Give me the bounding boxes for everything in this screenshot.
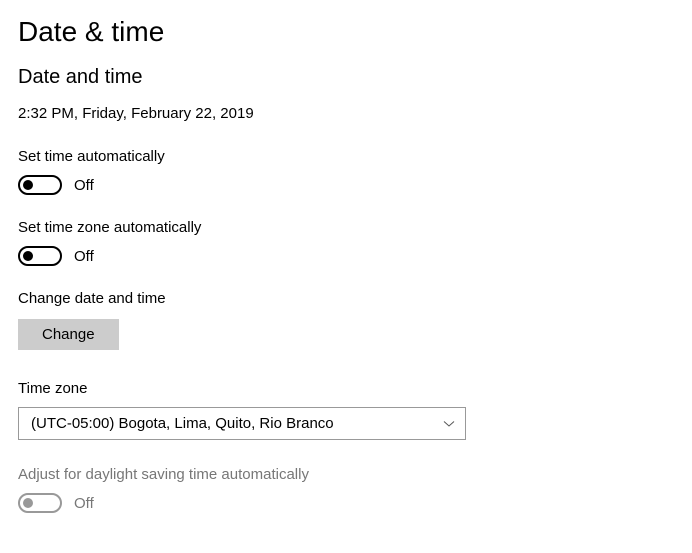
set-time-auto-toggle[interactable] [18, 175, 62, 195]
toggle-knob-icon [23, 180, 33, 190]
change-button[interactable]: Change [18, 319, 119, 350]
set-timezone-auto-toggle[interactable] [18, 246, 62, 266]
current-datetime: 2:32 PM, Friday, February 22, 2019 [18, 105, 674, 122]
set-time-auto-state: Off [74, 177, 94, 194]
change-datetime-group: Change date and time Change [18, 290, 674, 350]
set-timezone-auto-state: Off [74, 248, 94, 265]
timezone-dropdown[interactable]: (UTC-05:00) Bogota, Lima, Quito, Rio Bra… [18, 407, 466, 440]
timezone-label: Time zone [18, 380, 674, 397]
timezone-selected: (UTC-05:00) Bogota, Lima, Quito, Rio Bra… [31, 415, 334, 432]
dst-group: Adjust for daylight saving time automati… [18, 466, 674, 513]
set-time-auto-group: Set time automatically Off [18, 148, 674, 195]
set-time-auto-label: Set time automatically [18, 148, 674, 165]
change-datetime-label: Change date and time [18, 290, 674, 307]
dst-label: Adjust for daylight saving time automati… [18, 466, 674, 483]
chevron-down-icon [443, 418, 455, 430]
dst-state: Off [74, 495, 94, 512]
page-title: Date & time [18, 16, 674, 48]
set-timezone-auto-label: Set time zone automatically [18, 219, 674, 236]
timezone-group: Time zone (UTC-05:00) Bogota, Lima, Quit… [18, 380, 674, 440]
toggle-knob-icon [23, 498, 33, 508]
set-timezone-auto-group: Set time zone automatically Off [18, 219, 674, 266]
toggle-knob-icon [23, 251, 33, 261]
dst-toggle [18, 493, 62, 513]
section-title: Date and time [18, 66, 674, 89]
